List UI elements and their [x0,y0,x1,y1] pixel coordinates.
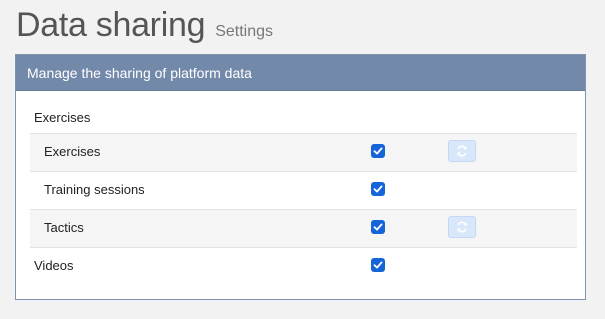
data-sharing-panel: Manage the sharing of platform data Exer… [15,54,586,300]
checkmark-icon [373,147,383,155]
row-label: Exercises [44,144,101,159]
refresh-icon [457,221,467,233]
share-training-sessions-checkbox[interactable] [371,182,385,196]
page-title: Data sharing [16,6,206,44]
checkmark-icon [373,261,383,269]
panel-body: Exercises Exercises Training sessions Ta… [30,103,577,285]
share-exercises-checkbox[interactable] [371,144,385,158]
sharing-row-training-sessions: Training sessions [30,171,577,209]
share-tactics-checkbox[interactable] [371,220,385,234]
share-videos-checkbox[interactable] [371,258,385,272]
sharing-row-exercises: Exercises [30,133,577,171]
refresh-icon [457,145,467,157]
section-label-exercises: Exercises [34,110,91,125]
checkmark-icon [373,185,383,193]
row-label: Tactics [44,220,84,235]
checkmark-icon [373,223,383,231]
row-label: Training sessions [44,182,145,197]
sharing-row-videos: Videos [30,247,577,285]
panel-header: Manage the sharing of platform data [16,55,585,91]
page-subtitle: Settings [215,23,273,40]
row-label: Videos [34,258,74,273]
sync-tactics-button[interactable] [448,216,476,238]
page-header: Data sharing Settings [16,6,273,45]
sharing-row-tactics: Tactics [30,209,577,247]
sync-exercises-button[interactable] [448,140,476,162]
